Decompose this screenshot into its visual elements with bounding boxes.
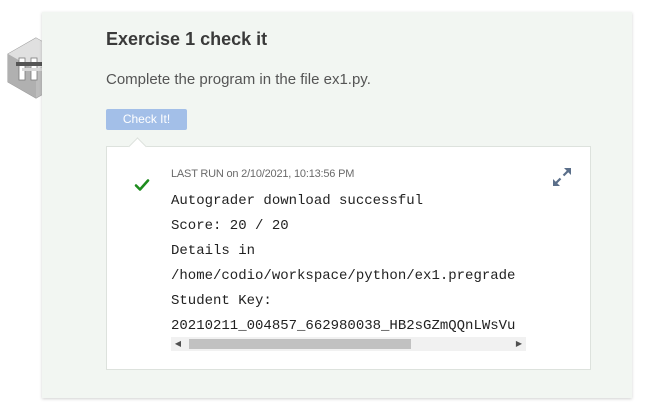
exercise-description: Complete the program in the file ex1.py.: [106, 71, 371, 88]
last-run-timestamp: on 2/10/2021, 10:13:56 PM: [226, 168, 355, 180]
output-line: /home/codio/workspace/python/ex1.pregrad…: [171, 268, 516, 284]
exercise-title: Exercise 1 check it: [106, 29, 268, 49]
scrollbar-thumb[interactable]: [189, 339, 411, 349]
result-panel: LAST RUN on 2/10/2021, 10:13:56 PM Autog…: [106, 137, 591, 370]
horizontal-scrollbar[interactable]: ◀ ▶: [171, 337, 526, 351]
check-it-button[interactable]: Check It!: [106, 109, 187, 130]
grader-output: Autograder download successful Score: 20…: [171, 189, 526, 335]
output-line: Autograder download successful: [171, 193, 424, 209]
output-line: Details in: [171, 243, 256, 259]
last-run-info: LAST RUN on 2/10/2021, 10:13:56 PM: [171, 168, 354, 180]
scroll-left-arrow-icon[interactable]: ◀: [171, 337, 185, 351]
last-run-label: LAST RUN: [171, 168, 224, 180]
output-line: 20210211_004857_662980038_HB2sGZmQQnLWsV…: [171, 318, 516, 334]
expand-arrows-icon[interactable]: [551, 166, 573, 188]
page: Exercise 1 check it Complete the program…: [0, 0, 664, 412]
checkmark-icon: [134, 179, 150, 191]
output-line: Student Key:: [171, 293, 272, 309]
scroll-right-arrow-icon[interactable]: ▶: [512, 337, 526, 351]
output-line: Score: 20 / 20: [171, 218, 289, 234]
